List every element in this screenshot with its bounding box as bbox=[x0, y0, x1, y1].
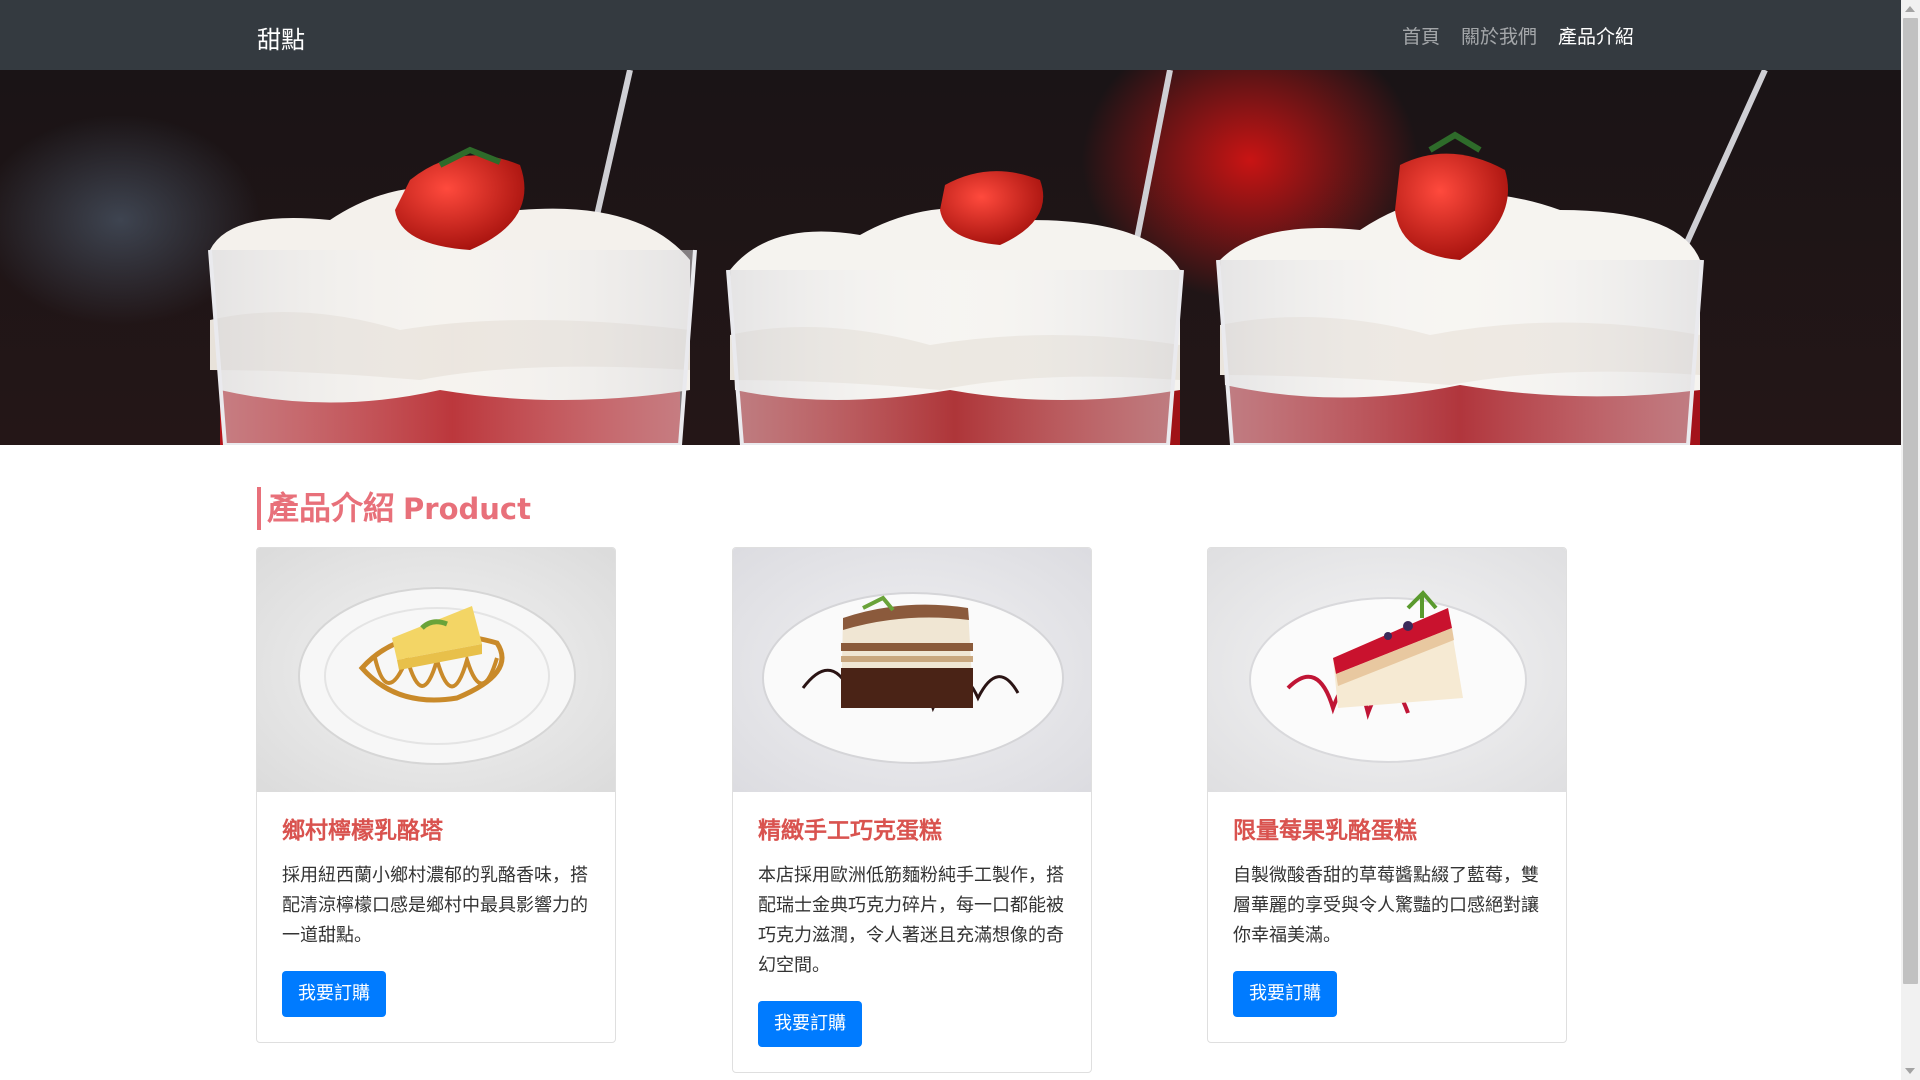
berry-cheesecake-image bbox=[1208, 548, 1566, 792]
nav-link-home[interactable]: 首頁 bbox=[1402, 22, 1440, 49]
vertical-scrollbar[interactable] bbox=[1901, 0, 1920, 1080]
product-card: 鄉村檸檬乳酪塔 採用紐西蘭小鄉村濃郁的乳酪香味，搭配清涼檸檬口感是鄉村中最具影響… bbox=[256, 547, 616, 1043]
order-button[interactable]: 我要訂購 bbox=[282, 971, 386, 1017]
order-button[interactable]: 我要訂購 bbox=[758, 1001, 862, 1047]
product-card: 精緻手工巧克蛋糕 本店採用歐洲低筋麵粉純手工製作，搭配瑞士金典巧克力碎片，每一口… bbox=[732, 547, 1092, 1073]
section-title-en: Product bbox=[403, 492, 531, 526]
lemon-cheese-tart-image bbox=[257, 548, 615, 792]
product-name: 限量莓果乳酪蛋糕 bbox=[1233, 818, 1417, 844]
product-description: 自製微酸香甜的草莓醬點綴了藍莓，雙層華麗的享受與令人驚豔的口感絕對讓你幸福美滿。 bbox=[1233, 865, 1539, 946]
product-card: 限量莓果乳酪蛋糕 自製微酸香甜的草莓醬點綴了藍莓，雙層華麗的享受與令人驚豔的口感… bbox=[1207, 547, 1567, 1043]
hero-banner-image bbox=[0, 70, 1901, 445]
product-description: 採用紐西蘭小鄉村濃郁的乳酪香味，搭配清涼檸檬口感是鄉村中最具影響力的一道甜點。 bbox=[282, 865, 588, 946]
chocolate-cake-image bbox=[733, 548, 1091, 792]
scroll-up-arrow-icon[interactable] bbox=[1905, 6, 1915, 12]
brand-logo[interactable]: 甜點 bbox=[257, 20, 305, 55]
order-button[interactable]: 我要訂購 bbox=[1233, 971, 1337, 1017]
section-title: 產品介紹 Product bbox=[257, 487, 531, 530]
product-description: 本店採用歐洲低筋麵粉純手工製作，搭配瑞士金典巧克力碎片，每一口都能被巧克力滋潤，… bbox=[758, 865, 1064, 976]
scroll-down-arrow-icon[interactable] bbox=[1905, 1068, 1915, 1074]
product-name: 鄉村檸檬乳酪塔 bbox=[282, 818, 443, 844]
product-name: 精緻手工巧克蛋糕 bbox=[758, 818, 942, 844]
nav-link-about[interactable]: 關於我們 bbox=[1461, 22, 1537, 49]
top-navbar: 甜點 首頁 關於我們 產品介紹 bbox=[0, 0, 1901, 70]
nav-links: 首頁 關於我們 產品介紹 bbox=[1402, 22, 1634, 49]
scrollbar-thumb[interactable] bbox=[1903, 18, 1918, 984]
nav-link-products[interactable]: 產品介紹 bbox=[1558, 22, 1634, 49]
section-title-zh: 產品介紹 bbox=[267, 489, 396, 527]
